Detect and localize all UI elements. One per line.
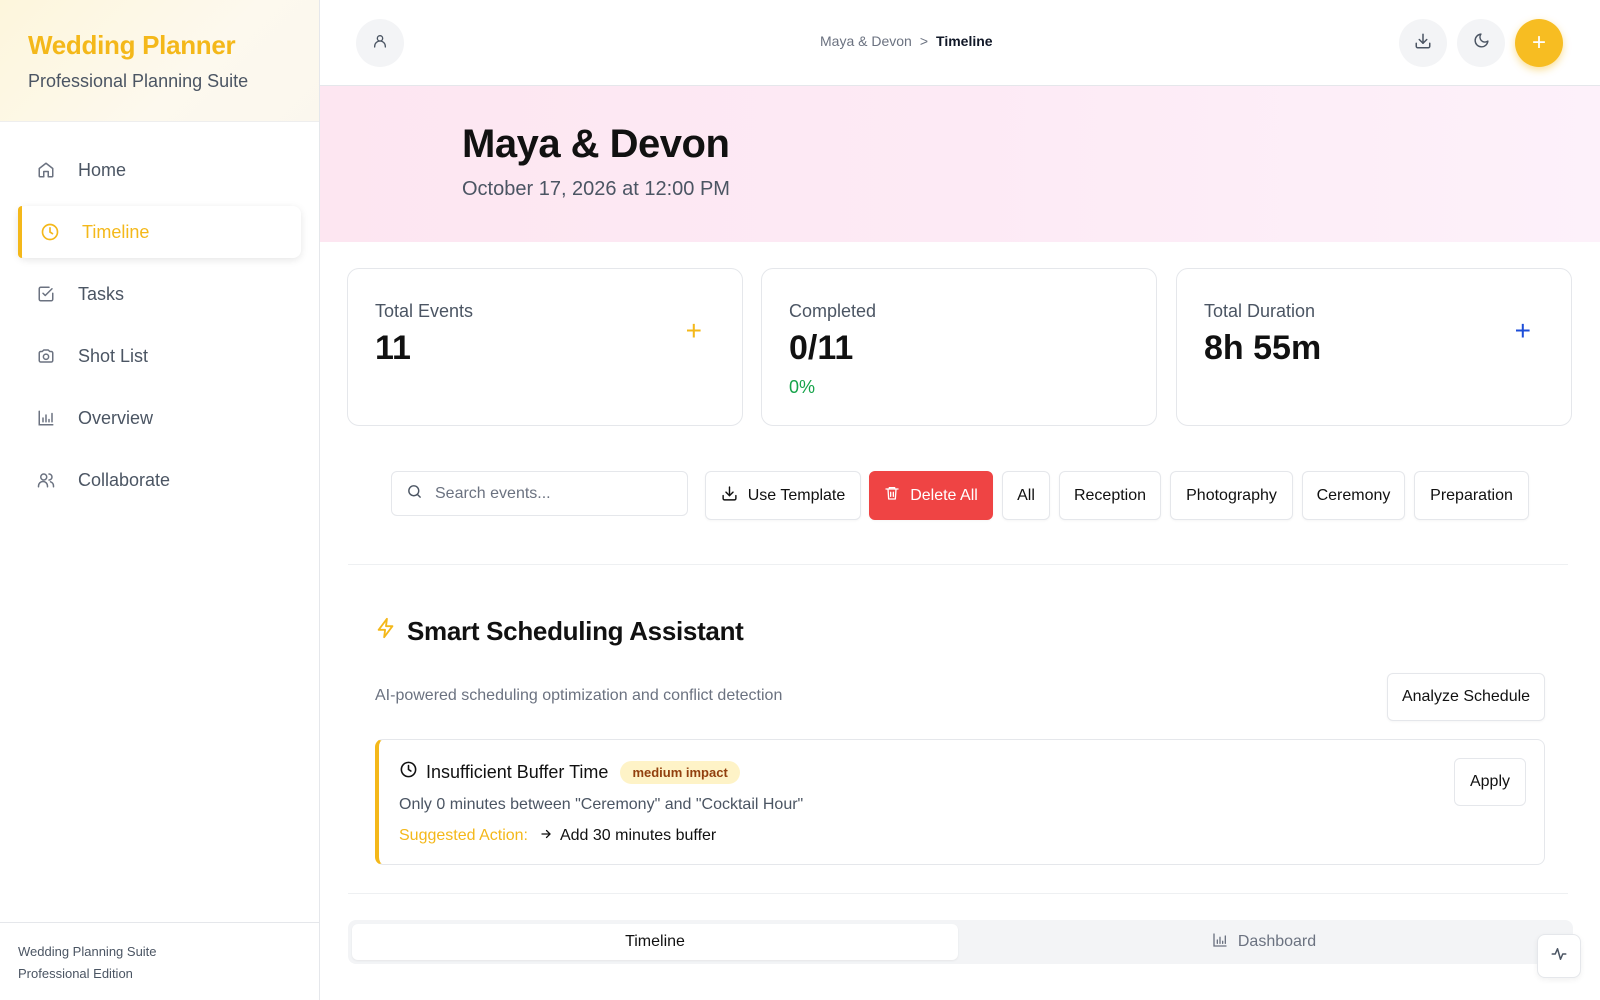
- stat-value: 8h 55m: [1204, 329, 1322, 367]
- tab-timeline-label: Timeline: [625, 933, 685, 950]
- home-icon: [36, 160, 56, 180]
- use-template-label: Use Template: [747, 486, 846, 504]
- theme-toggle-button[interactable]: [1457, 19, 1505, 67]
- sidebar-item-shot-list[interactable]: Shot List: [18, 330, 301, 382]
- bar-chart-icon: [1212, 932, 1228, 953]
- camera-icon: [36, 346, 56, 366]
- clock-icon: [399, 760, 418, 784]
- use-template-button[interactable]: Use Template: [705, 471, 861, 520]
- lightning-icon: [375, 616, 397, 647]
- arrow-right-icon: [540, 827, 552, 845]
- sidebar-item-timeline[interactable]: Timeline: [18, 206, 301, 258]
- suggested-action-label: Suggested Action:: [399, 827, 528, 844]
- users-icon: [36, 470, 56, 490]
- stat-value: 0/11: [789, 329, 854, 367]
- suggestion-title: Insufficient Buffer Time: [426, 761, 609, 782]
- event-date: October 17, 2026 at 12:00 PM: [462, 178, 730, 200]
- impact-badge: medium impact: [620, 760, 740, 784]
- breadcrumb-parent[interactable]: Maya & Devon: [820, 33, 912, 49]
- filter-preparation[interactable]: Preparation: [1414, 471, 1529, 520]
- stat-card-total-duration: Total Duration 8h 55m +: [1176, 268, 1572, 426]
- search-box: [391, 471, 688, 516]
- footer-line-2: Professional Edition: [18, 966, 133, 981]
- sidebar-footer: Wedding Planning Suite Professional Edit…: [0, 922, 319, 1000]
- sidebar-item-label: Collaborate: [78, 469, 171, 490]
- brand: Wedding Planner Professional Planning Su…: [0, 0, 319, 122]
- suggestion-card: Insufficient Buffer Time medium impact O…: [375, 739, 1545, 865]
- suggestion-description: Only 0 minutes between "Ceremony" and "C…: [399, 796, 804, 813]
- search-icon: [406, 483, 423, 505]
- apply-button[interactable]: Apply: [1454, 758, 1526, 806]
- trash-icon: [884, 485, 900, 506]
- sidebar: Wedding Planner Professional Planning Su…: [0, 0, 320, 1000]
- user-icon: [372, 33, 388, 54]
- hero-banner: Maya & Devon October 17, 2026 at 12:00 P…: [320, 86, 1600, 242]
- filter-photography[interactable]: Photography: [1170, 471, 1293, 520]
- add-button[interactable]: +: [1515, 19, 1563, 67]
- sidebar-item-tasks[interactable]: Tasks: [18, 268, 301, 320]
- filter-ceremony[interactable]: Ceremony: [1302, 471, 1405, 520]
- download-button[interactable]: [1399, 19, 1447, 67]
- sidebar-item-collaborate[interactable]: Collaborate: [18, 454, 301, 506]
- assistant-title-text: Smart Scheduling Assistant: [407, 616, 744, 646]
- delete-all-label: Delete All: [910, 486, 978, 504]
- plus-icon: +: [685, 315, 702, 346]
- activity-button[interactable]: [1537, 934, 1581, 978]
- stat-label: Total Duration: [1204, 301, 1316, 321]
- suggested-action: Suggested Action: Add 30 minutes buffer: [399, 827, 716, 845]
- topbar: Maya & Devon > Timeline +: [320, 0, 1600, 86]
- stat-card-total-events: Total Events 11 +: [347, 268, 743, 426]
- sidebar-item-label: Overview: [78, 407, 154, 428]
- divider: [348, 893, 1568, 894]
- plus-icon: +: [1514, 315, 1531, 346]
- divider: [348, 564, 1568, 565]
- page-title: Maya & Devon: [462, 122, 730, 166]
- brand-subtitle: Professional Planning Suite: [28, 71, 249, 91]
- moon-icon: [1473, 32, 1490, 54]
- plus-icon: +: [1531, 29, 1546, 56]
- filter-reception[interactable]: Reception: [1059, 471, 1161, 520]
- search-input[interactable]: [435, 484, 665, 503]
- activity-icon: [1550, 945, 1568, 968]
- breadcrumb-separator: >: [919, 33, 929, 49]
- assistant-title: Smart Scheduling Assistant: [375, 616, 744, 647]
- sidebar-item-label: Timeline: [82, 221, 150, 242]
- delete-all-button[interactable]: Delete All: [869, 471, 993, 520]
- tab-dashboard-label: Dashboard: [1237, 933, 1317, 950]
- clock-icon: [40, 222, 60, 242]
- stat-value: 11: [375, 329, 411, 367]
- download-icon: [721, 485, 738, 507]
- suggestion-header: Insufficient Buffer Time medium impact: [399, 760, 740, 784]
- footer-line-1: Wedding Planning Suite: [18, 944, 157, 959]
- sidebar-item-overview[interactable]: Overview: [18, 392, 301, 444]
- stat-label: Total Events: [375, 301, 474, 321]
- breadcrumb-current: Timeline: [936, 33, 993, 49]
- sidebar-nav: Home Timeline Tasks Shot List Overview C…: [0, 122, 319, 506]
- brand-title: Wedding Planner: [28, 30, 236, 60]
- bar-chart-icon: [36, 408, 56, 428]
- stat-card-completed: Completed 0/11 0%: [761, 268, 1157, 426]
- tab-timeline[interactable]: Timeline: [352, 924, 958, 960]
- completion-percentage: 0%: [789, 377, 816, 397]
- stat-label: Completed: [789, 301, 877, 321]
- checkbox-icon: [36, 284, 56, 304]
- suggested-action-value: Add 30 minutes buffer: [559, 827, 717, 844]
- view-tabs: Timeline Dashboard: [348, 920, 1573, 964]
- profile-button[interactable]: [356, 19, 404, 67]
- download-icon: [1414, 32, 1432, 55]
- tab-dashboard[interactable]: Dashboard: [960, 924, 1568, 960]
- filter-all[interactable]: All: [1002, 471, 1050, 520]
- analyze-schedule-button[interactable]: Analyze Schedule: [1387, 673, 1545, 721]
- sidebar-item-label: Tasks: [78, 283, 125, 304]
- sidebar-item-home[interactable]: Home: [18, 144, 301, 196]
- sidebar-item-label: Shot List: [78, 345, 149, 366]
- sidebar-item-label: Home: [78, 159, 127, 180]
- assistant-description: AI-powered scheduling optimization and c…: [375, 687, 783, 704]
- breadcrumb: Maya & Devon > Timeline: [820, 33, 993, 49]
